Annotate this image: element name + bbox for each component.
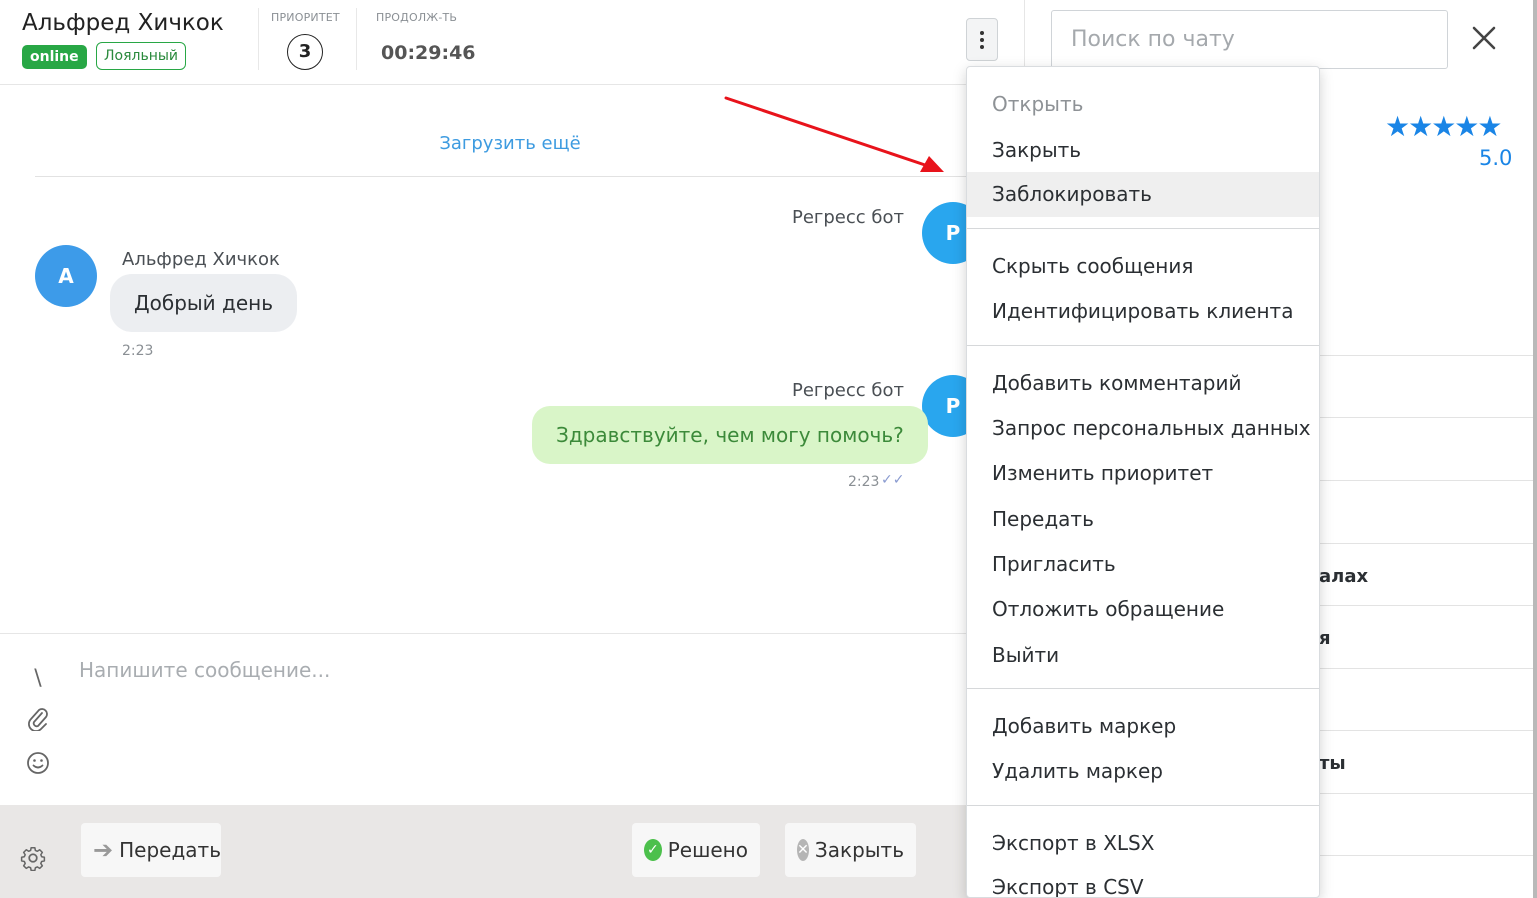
- menu-item-block[interactable]: Заблокировать: [967, 172, 1319, 217]
- client-name[interactable]: Альфред Хичкок: [22, 10, 224, 36]
- duration-value: 00:29:46: [381, 42, 476, 64]
- menu-item-invite[interactable]: Пригласить: [967, 542, 1319, 587]
- menu-item-add-comment[interactable]: Добавить комментарий: [967, 361, 1319, 406]
- kebab-dot-icon: [980, 30, 984, 35]
- priority-value[interactable]: 3: [287, 34, 323, 70]
- close-chat-button[interactable]: ✕ Закрыть: [785, 823, 916, 877]
- menu-item-exit[interactable]: Выйти: [967, 633, 1319, 678]
- chat-search-input[interactable]: Поиск по чату: [1051, 10, 1448, 69]
- more-actions-button[interactable]: [966, 18, 998, 61]
- menu-separator: [967, 228, 1319, 229]
- message-sender: Регресс бот: [792, 207, 904, 228]
- rating-stars-icon: ★★★★★: [1385, 110, 1503, 143]
- close-icon[interactable]: [1468, 22, 1500, 54]
- panel-row-label: алах: [1319, 566, 1369, 587]
- panel-row-label: я: [1319, 628, 1331, 649]
- attach-icon[interactable]: [22, 703, 54, 735]
- history-divider: [35, 176, 1020, 177]
- transfer-button[interactable]: ➔ Передать: [81, 823, 221, 877]
- menu-item-request-personal-data[interactable]: Запрос персональных данных: [967, 406, 1319, 451]
- status-badge: online: [22, 45, 87, 69]
- menu-separator: [967, 345, 1319, 346]
- resolved-button[interactable]: ✓ Решено: [632, 823, 760, 877]
- close-circle-icon: ✕: [797, 839, 809, 861]
- avatar: А: [35, 245, 97, 307]
- menu-item-close[interactable]: Закрыть: [967, 128, 1319, 173]
- menu-item-export-xlsx[interactable]: Экспорт в XLSX: [967, 821, 1319, 866]
- message-input[interactable]: Напишите сообщение...: [79, 658, 330, 682]
- menu-separator: [967, 688, 1319, 689]
- resolved-button-label: Решено: [667, 838, 748, 862]
- bottom-action-bar: ➔ Передать ✓ Решено ✕ Закрыть: [0, 805, 1020, 898]
- menu-item-export-csv[interactable]: Экспорт в CSV: [967, 865, 1319, 897]
- duration-label: ПРОДОЛЖ-ТЬ: [376, 11, 458, 24]
- message-bubble: Здравствуйте, чем могу помочь?: [532, 406, 928, 464]
- menu-item-remove-marker[interactable]: Удалить маркер: [967, 749, 1319, 794]
- menu-item-add-marker[interactable]: Добавить маркер: [967, 704, 1319, 749]
- panel-row-label: ты: [1319, 753, 1346, 774]
- double-check-icon: ✓✓: [881, 472, 905, 488]
- panel-scrollbar[interactable]: [1533, 0, 1537, 898]
- settings-gear-icon[interactable]: [20, 845, 46, 872]
- segment-badge: Лояльный: [96, 42, 187, 70]
- message-sender: Альфред Хичкок: [122, 249, 280, 270]
- menu-item-postpone[interactable]: Отложить обращение: [967, 587, 1319, 632]
- message-sender: Регресс бот: [792, 380, 904, 401]
- priority-label: ПРИОРИТЕТ: [271, 11, 340, 24]
- check-circle-icon: ✓: [644, 839, 662, 861]
- kebab-dot-icon: [980, 37, 984, 42]
- chat-header: Альфред Хичкок online Лояльный ПРИОРИТЕТ…: [0, 0, 1024, 85]
- arrow-right-icon: ➔: [93, 836, 114, 864]
- chat-actions-menu: Открыть Закрыть Заблокировать Скрыть соо…: [966, 66, 1320, 898]
- message-time: 2:23: [122, 343, 154, 359]
- command-icon[interactable]: \: [22, 662, 54, 694]
- composer-divider: [0, 633, 1020, 634]
- emoji-icon[interactable]: [22, 747, 54, 779]
- menu-item-change-priority[interactable]: Изменить приоритет: [967, 451, 1319, 496]
- kebab-dot-icon: [980, 44, 984, 49]
- close-chat-button-label: Закрыть: [814, 838, 904, 862]
- menu-item-hide-messages[interactable]: Скрыть сообщения: [967, 244, 1319, 289]
- message-bubble: Добрый день: [110, 274, 298, 332]
- chat-window: Альфред Хичкок online Лояльный ПРИОРИТЕТ…: [0, 0, 1537, 898]
- load-more-link[interactable]: Загрузить ещё: [0, 133, 1020, 154]
- menu-item-open: Открыть: [992, 92, 1084, 116]
- menu-item-transfer[interactable]: Передать: [967, 497, 1319, 542]
- transfer-button-label: Передать: [119, 838, 221, 862]
- message-time: 2:23: [848, 474, 880, 490]
- menu-item-identify-client[interactable]: Идентифицировать клиента: [967, 289, 1319, 334]
- menu-separator: [967, 805, 1319, 806]
- header-divider: [258, 8, 259, 70]
- header-divider: [356, 8, 357, 70]
- rating-value: 5.0: [1479, 146, 1513, 170]
